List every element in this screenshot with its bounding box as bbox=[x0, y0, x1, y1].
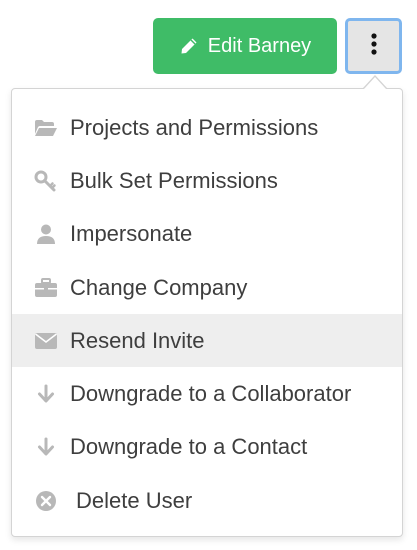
actions-dropdown-menu: Projects and Permissions Bulk Set Permis… bbox=[11, 88, 403, 537]
menu-item-resend-invite[interactable]: Resend Invite bbox=[12, 314, 402, 368]
user-icon bbox=[33, 221, 59, 247]
arrow-down-icon bbox=[33, 381, 59, 407]
menu-item-downgrade-collaborator[interactable]: Downgrade to a Collaborator bbox=[12, 367, 402, 420]
user-actions-area: Edit Barney Projects and Permissions Bul… bbox=[0, 0, 417, 550]
key-icon bbox=[33, 168, 59, 194]
pencil-icon bbox=[179, 36, 199, 56]
arrow-down-icon bbox=[33, 434, 59, 460]
folder-open-icon bbox=[33, 115, 59, 141]
menu-item-impersonate[interactable]: Impersonate bbox=[12, 208, 402, 261]
menu-item-label: Downgrade to a Contact bbox=[70, 434, 308, 460]
menu-item-label: Bulk Set Permissions bbox=[70, 167, 278, 193]
menu-item-label: Change Company bbox=[70, 274, 248, 300]
menu-item-label: Resend Invite bbox=[70, 327, 205, 353]
menu-item-label: Impersonate bbox=[70, 221, 193, 247]
edit-button-label: Edit Barney bbox=[207, 34, 312, 57]
menu-item-label: Projects and Permissions bbox=[70, 114, 319, 140]
more-actions-button[interactable] bbox=[345, 18, 402, 74]
envelope-icon bbox=[33, 328, 59, 354]
menu-item-label: Delete User bbox=[76, 487, 193, 513]
menu-item-label: Downgrade to a Collaborator bbox=[70, 381, 352, 407]
menu-item-delete-user[interactable]: Delete User bbox=[12, 474, 402, 527]
briefcase-icon bbox=[33, 275, 59, 301]
menu-item-downgrade-contact[interactable]: Downgrade to a Contact bbox=[12, 421, 402, 474]
times-circle-icon bbox=[33, 488, 59, 514]
menu-item-projects-and-permissions[interactable]: Projects and Permissions bbox=[12, 101, 402, 154]
menu-item-bulk-set-permissions[interactable]: Bulk Set Permissions bbox=[12, 154, 402, 207]
vertical-ellipsis-icon bbox=[370, 32, 378, 61]
dropdown-caret-fill bbox=[364, 77, 386, 89]
menu-item-change-company[interactable]: Change Company bbox=[12, 261, 402, 314]
edit-user-button[interactable]: Edit Barney bbox=[153, 18, 337, 74]
